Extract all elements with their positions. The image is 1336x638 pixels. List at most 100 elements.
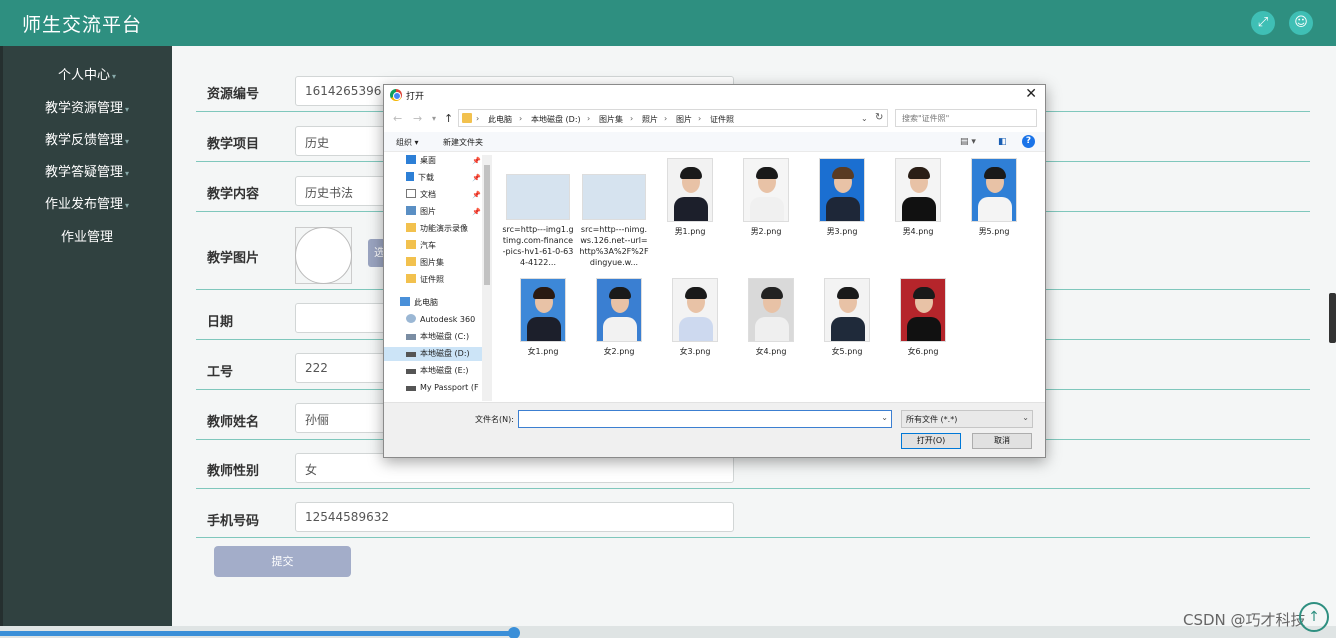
portrait-part [832, 167, 854, 179]
file-item[interactable]: src=http---img1.gtimg.com-finance-pics-h… [502, 158, 574, 268]
breadcrumb-item[interactable]: 本地磁盘 (D:) [531, 114, 581, 125]
id-card-thumbnail [582, 174, 646, 220]
file-item[interactable]: 女6.png [887, 278, 959, 357]
file-open-dialog: 打开 ✕ ← → ▾ ↑ › 此电脑 › 本地磁盘 (D:) › 图片集 › 照… [383, 84, 1046, 458]
organize-button[interactable]: 组织 ▾ [396, 137, 419, 148]
search-input[interactable]: 搜索"证件照" [895, 109, 1037, 127]
nav-item-this-pc[interactable]: 此电脑 [400, 296, 438, 310]
submit-button[interactable]: 提交 [214, 546, 351, 577]
nav-item-drive[interactable]: Autodesk 360 [406, 313, 475, 327]
pin-icon[interactable]: 📌 [472, 157, 481, 165]
nav-item-folder[interactable]: 证件照 [406, 273, 444, 287]
forward-arrow-icon[interactable]: → [413, 112, 422, 125]
file-item[interactable]: 男1.png [654, 158, 726, 237]
chevron-down-icon: ▾ [125, 201, 130, 210]
close-icon[interactable]: ✕ [1025, 86, 1037, 102]
picture-icon [406, 206, 416, 215]
chevron-down-icon[interactable]: ⌄ [881, 413, 888, 422]
help-icon[interactable]: ? [1022, 135, 1035, 148]
up-arrow-icon[interactable]: ↑ [444, 112, 453, 125]
new-folder-button[interactable]: 新建文件夹 [443, 137, 483, 148]
pin-icon[interactable]: 📌 [472, 208, 481, 216]
user-icon[interactable]: ☺ [1289, 11, 1313, 35]
filename-input[interactable]: ⌄ [518, 410, 892, 428]
nav-item-drive-selected[interactable]: 本地磁盘 (D:) [384, 347, 482, 361]
nav-item-folder[interactable]: 功能演示录像 [406, 222, 468, 236]
file-item[interactable]: 女2.png [583, 278, 655, 357]
breadcrumb-item[interactable]: 照片 [642, 114, 658, 125]
sidebar-item-qa[interactable]: 教学答疑管理 ▾ [3, 162, 171, 184]
portrait-part [902, 197, 936, 221]
nav-item-desktop[interactable]: 桌面 [406, 154, 436, 168]
nav-item-folder[interactable]: 图片集 [406, 256, 444, 270]
sidebar-item-profile[interactable]: 个人中心 ▾ [3, 65, 171, 87]
side-scroll-handle[interactable] [1329, 293, 1336, 343]
expand-icon[interactable]: ⤢ [1251, 11, 1275, 35]
progress-knob[interactable] [508, 627, 520, 638]
portrait-thumbnail [971, 158, 1017, 222]
nav-item-pictures[interactable]: 图片 [406, 205, 436, 219]
label-resource-id: 资源编号 [207, 87, 260, 102]
breadcrumb-item[interactable]: 证件照 [710, 114, 734, 125]
nav-item-downloads[interactable]: 下载 [406, 171, 434, 185]
nav-item-drive[interactable]: My Passport (F [406, 381, 479, 395]
sidebar-item-label: 教学反馈管理 [44, 133, 123, 148]
file-item[interactable]: 女3.png [659, 278, 731, 357]
scroll-thumb[interactable] [484, 165, 490, 285]
nav-item-label: 桌面 [420, 156, 436, 165]
chevron-down-icon[interactable]: ⌄ [861, 114, 868, 123]
breadcrumb-item[interactable]: 图片 [676, 114, 692, 125]
cancel-button[interactable]: 取消 [972, 433, 1032, 449]
sidebar-item-feedback[interactable]: 教学反馈管理 ▾ [3, 130, 171, 152]
nav-item-folder[interactable]: 汽车 [406, 239, 436, 253]
image-placeholder[interactable] [295, 227, 352, 284]
portrait-thumbnail [667, 158, 713, 222]
portrait-thumbnail [596, 278, 642, 342]
id-card-thumbnail [506, 174, 570, 220]
portrait-part [761, 287, 783, 299]
drive-icon [406, 352, 416, 357]
back-to-top-icon[interactable]: ↑ [1299, 602, 1329, 632]
file-name: 男4.png [902, 227, 934, 236]
chrome-icon [390, 89, 402, 101]
file-item[interactable]: 男3.png [806, 158, 878, 237]
nav-item-drive[interactable]: 本地磁盘 (C:) [406, 330, 469, 344]
chevron-down-icon: ▾ [125, 169, 130, 178]
file-type-select[interactable]: 所有文件 (*.*) ⌄ [901, 410, 1033, 428]
back-arrow-icon[interactable]: ← [393, 112, 402, 125]
breadcrumb-separator: › [587, 114, 591, 123]
folder-icon [406, 223, 416, 232]
file-item[interactable]: 女5.png [811, 278, 883, 357]
preview-pane-icon[interactable]: ◧ [998, 137, 1007, 147]
portrait-part [837, 287, 859, 299]
file-item[interactable]: src=http---nimg.ws.126.net--url=http%3A%… [578, 158, 650, 268]
refresh-icon[interactable]: ↻ [875, 112, 883, 123]
breadcrumb-item[interactable]: 此电脑 [488, 114, 512, 125]
sidebar-item-homework[interactable]: 作业管理 [3, 227, 171, 249]
file-item[interactable]: 男5.png [958, 158, 1030, 237]
open-button[interactable]: 打开(O) [901, 433, 961, 449]
download-icon [406, 172, 414, 181]
view-options-icon[interactable]: ▤ ▾ [960, 137, 976, 147]
breadcrumb-item[interactable]: 图片集 [599, 114, 623, 125]
file-item[interactable]: 女1.png [507, 278, 579, 357]
file-item[interactable]: 女4.png [735, 278, 807, 357]
nav-scrollbar[interactable] [482, 155, 492, 401]
pin-icon[interactable]: 📌 [472, 174, 481, 182]
nav-item-documents[interactable]: 文档 [406, 188, 436, 202]
sidebar-item-homework-publish[interactable]: 作业发布管理 ▾ [3, 194, 171, 216]
address-bar[interactable]: › 此电脑 › 本地磁盘 (D:) › 图片集 › 照片 › 图片 › 证件照 … [458, 109, 888, 127]
label-teacher-name: 教师姓名 [207, 415, 260, 430]
sidebar-item-resources[interactable]: 教学资源管理 ▾ [3, 98, 171, 120]
pin-icon[interactable]: 📌 [472, 191, 481, 199]
recent-dropdown-icon[interactable]: ▾ [432, 114, 436, 123]
file-item[interactable]: 男4.png [882, 158, 954, 237]
nav-item-label: 本地磁盘 (D:) [420, 349, 470, 358]
folder-icon [406, 240, 416, 249]
nav-item-drive[interactable]: 本地磁盘 (E:) [406, 364, 469, 378]
nav-item-label: 本地磁盘 (E:) [420, 366, 469, 375]
file-item[interactable]: 男2.png [730, 158, 802, 237]
nav-item-label: 文档 [420, 190, 436, 199]
chevron-down-icon: ▾ [112, 72, 117, 81]
phone-field[interactable]: 12544589632 [295, 502, 734, 532]
